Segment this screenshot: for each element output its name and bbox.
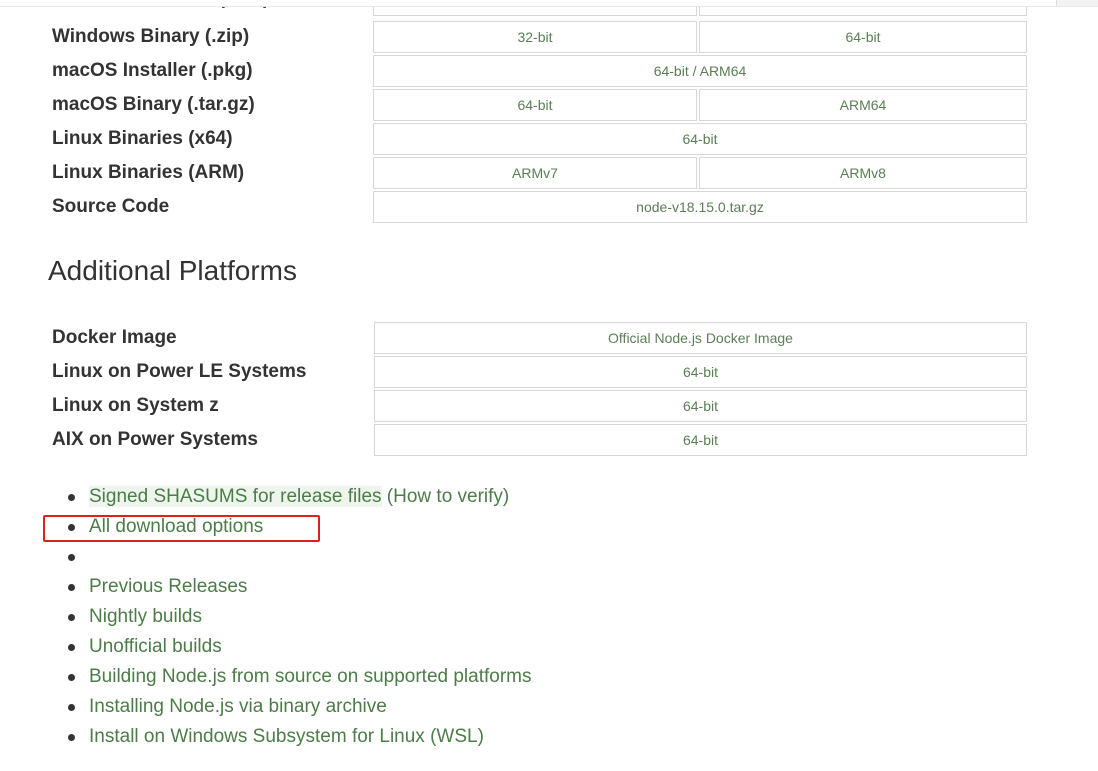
source-code-link[interactable]: node-v18.15.0.tar.gz [373, 191, 1027, 223]
bullet-icon [68, 674, 75, 681]
row-label-windows-binary: Windows Binary (.zip) [52, 26, 250, 47]
bullet-icon [68, 644, 75, 651]
row-label-power-le: Linux on Power LE Systems [52, 361, 307, 382]
bullet-icon [68, 494, 75, 501]
resource-links-list: Signed SHASUMS for release files (How to… [66, 482, 532, 752]
unofficial-builds-link[interactable]: Unofficial builds [89, 636, 222, 657]
macos-installer-link[interactable]: 64-bit / ARM64 [373, 55, 1027, 87]
linux-armv7-link[interactable]: ARMv7 [373, 157, 697, 189]
row-label-linux-x64: Linux Binaries (x64) [52, 128, 233, 149]
row-label-docker: Docker Image [52, 327, 177, 348]
all-download-options-link[interactable]: All download options [89, 516, 263, 537]
scrollbar-top-button[interactable] [1056, 0, 1098, 6]
page: Windows Installer (.msi) 32-bit 64-bit W… [0, 0, 1098, 771]
list-item: All download options [66, 512, 532, 542]
row-label-macos-installer: macOS Installer (.pkg) [52, 60, 253, 81]
list-item-empty [66, 542, 532, 572]
additional-platforms-heading: Additional Platforms [48, 255, 298, 286]
power-le-64bit-link[interactable]: 64-bit [374, 356, 1027, 388]
list-item: Nightly builds [66, 602, 532, 632]
linux-armv8-link[interactable]: ARMv8 [699, 157, 1027, 189]
bullet-icon [68, 554, 75, 561]
list-item: Unofficial builds [66, 632, 532, 662]
list-item: Signed SHASUMS for release files (How to… [66, 482, 532, 512]
windows-binary-32bit-link[interactable]: 32-bit [373, 21, 697, 53]
macos-binary-arm64-link[interactable]: ARM64 [699, 89, 1027, 121]
row-label-system-z: Linux on System z [52, 395, 219, 416]
bullet-icon [68, 734, 75, 741]
shasums-link[interactable]: Signed SHASUMS for release files [89, 486, 382, 507]
how-to-verify-link[interactable]: (How to verify) [387, 486, 509, 507]
bullet-icon [68, 524, 75, 531]
list-item: Install on Windows Subsystem for Linux (… [66, 722, 532, 752]
building-from-source-link[interactable]: Building Node.js from source on supporte… [89, 666, 532, 687]
row-label-macos-binary: macOS Binary (.tar.gz) [52, 94, 255, 115]
previous-releases-link[interactable]: Previous Releases [89, 576, 247, 597]
row-label-linux-arm: Linux Binaries (ARM) [52, 162, 245, 183]
linux-x64-link[interactable]: 64-bit [373, 123, 1027, 155]
row-label-aix: AIX on Power Systems [52, 429, 258, 450]
list-item: Installing Node.js via binary archive [66, 692, 532, 722]
macos-binary-64bit-link[interactable]: 64-bit [373, 89, 697, 121]
list-item: Building Node.js from source on supporte… [66, 662, 532, 692]
wsl-install-link[interactable]: Install on Windows Subsystem for Linux (… [89, 726, 484, 747]
nightly-builds-link[interactable]: Nightly builds [89, 606, 202, 627]
row-label-source-code: Source Code [52, 196, 170, 217]
binary-archive-link[interactable]: Installing Node.js via binary archive [89, 696, 387, 717]
bullet-icon [68, 614, 75, 621]
list-item: Previous Releases [66, 572, 532, 602]
bullet-icon [68, 704, 75, 711]
system-z-64bit-link[interactable]: 64-bit [374, 390, 1027, 422]
docker-image-link[interactable]: Official Node.js Docker Image [374, 322, 1027, 354]
windows-binary-64bit-link[interactable]: 64-bit [699, 21, 1027, 53]
top-border [0, 0, 1098, 7]
aix-64bit-link[interactable]: 64-bit [374, 424, 1027, 456]
bullet-icon [68, 584, 75, 591]
